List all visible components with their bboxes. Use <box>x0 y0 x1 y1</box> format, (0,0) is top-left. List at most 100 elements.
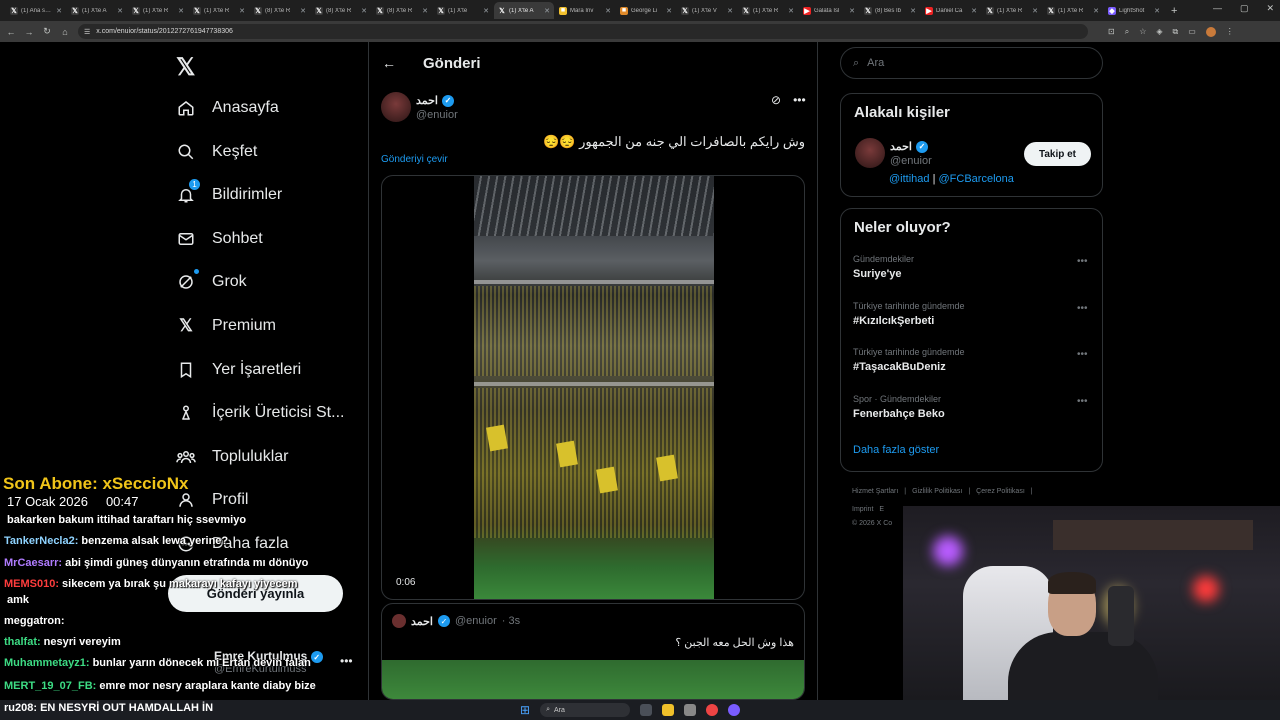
follow-button[interactable]: Takip et <box>1024 142 1091 166</box>
browser-tab[interactable]: 𝕏 (8) X'te R ✕ <box>311 2 371 19</box>
grok-explain-icon[interactable]: ⊘ <box>771 93 781 107</box>
taskbar-search[interactable]: ⌕ Ara <box>540 703 631 717</box>
tab-close-icon[interactable]: ✕ <box>727 7 733 15</box>
browser-tab[interactable]: 𝕏 (1) Ana sayfa ✕ <box>6 2 66 19</box>
tab-close-icon[interactable]: ✕ <box>1093 7 1099 15</box>
related-person-name[interactable]: احمد ✓ <box>890 140 928 153</box>
maximize-icon[interactable]: ▢ <box>1240 3 1249 14</box>
tab-close-icon[interactable]: ✕ <box>239 7 245 15</box>
browser-tab[interactable]: 𝕏 (8) Bes Ib ✕ <box>860 2 920 19</box>
trend-item[interactable]: Fenerbahçe Beko <box>853 408 945 420</box>
trend-more-icon[interactable]: ••• <box>1077 349 1088 360</box>
file-explorer-icon[interactable] <box>662 704 675 716</box>
site-info-icon[interactable]: ☰ <box>84 28 90 36</box>
trend-item[interactable]: Suriye'ye <box>853 268 901 280</box>
browser-tab[interactable]: ■ George Li ✕ <box>616 2 676 19</box>
bio-link-barcelona[interactable]: @FCBarcelona <box>939 173 1014 185</box>
quoted-post[interactable]: احمد ✓ @enuior · 3s هذا وش الحل معه الجب… <box>381 603 805 700</box>
browser-profile-avatar[interactable] <box>1205 26 1216 37</box>
translate-post-link[interactable]: Gönderiyi çevir <box>381 154 448 165</box>
browser-tab[interactable]: 𝕏 (1) X'te V ✕ <box>677 2 737 19</box>
nav-item-mail[interactable]: Sohbet <box>176 229 263 249</box>
tab-close-icon[interactable]: ✕ <box>605 7 611 15</box>
tab-close-icon[interactable]: ✕ <box>422 7 428 15</box>
home-browser-icon[interactable]: ⌂ <box>60 27 70 37</box>
puzzle-icon[interactable]: ⧉ <box>1173 27 1179 37</box>
footer-link-imprint[interactable]: Imprint <box>852 506 873 513</box>
nav-item-bell[interactable]: 1 Bildirimler <box>176 179 282 205</box>
post-video[interactable] <box>381 175 805 600</box>
show-more-link[interactable]: Daha fazla göster <box>853 444 939 456</box>
post-author-handle[interactable]: @enuior <box>416 109 458 121</box>
footer-link-terms[interactable]: Hizmet Şartları <box>852 488 898 495</box>
windows-start-icon[interactable]: ⊞ <box>520 703 530 717</box>
post-author-name[interactable]: احمد ✓ <box>416 94 454 107</box>
nav-item-home[interactable]: Anasayfa <box>176 98 279 118</box>
footer-link-privacy[interactable]: Gizlilik Politikası <box>912 488 962 495</box>
tab-close-icon[interactable]: ✕ <box>666 7 672 15</box>
nav-item-creator[interactable]: İçerik Üreticisi St... <box>176 403 344 423</box>
close-window-icon[interactable]: ✕ <box>1266 3 1274 14</box>
tab-close-icon[interactable]: ✕ <box>910 7 916 15</box>
nav-item-bookmark[interactable]: Yer İşaretleri <box>176 360 301 380</box>
browser-tab[interactable]: 𝕏 (1) X'te R ✕ <box>128 2 188 19</box>
nav-item-grok[interactable]: Grok <box>176 269 247 292</box>
browser-tab[interactable]: 𝕏 (1) X'te R ✕ <box>189 2 249 19</box>
browser-tab[interactable]: 𝕏 (1) X'te A ✕ <box>494 2 554 19</box>
reload-icon[interactable]: ↻ <box>42 26 52 37</box>
tab-close-icon[interactable]: ✕ <box>1154 7 1160 15</box>
minimize-icon[interactable]: — <box>1213 3 1222 14</box>
zoom-icon[interactable]: ⌕ <box>1125 27 1129 37</box>
sidepanel-icon[interactable]: ▭ <box>1188 27 1196 36</box>
tab-close-icon[interactable]: ✕ <box>361 7 367 15</box>
trend-item[interactable]: #KızılcıkŞerbeti <box>853 315 934 327</box>
app-icon[interactable] <box>684 704 697 716</box>
browser-tab[interactable]: 𝕏 (1) X'te ✕ <box>433 2 493 19</box>
browser-tab[interactable]: ■ Mara Inv ✕ <box>555 2 615 19</box>
tab-close-icon[interactable]: ✕ <box>178 7 184 15</box>
search-box[interactable]: ⌕ Ara <box>840 47 1103 79</box>
tab-close-icon[interactable]: ✕ <box>544 7 550 15</box>
new-tab-icon[interactable]: + <box>1165 5 1183 17</box>
install-icon[interactable]: ⊡ <box>1108 27 1115 36</box>
tab-close-icon[interactable]: ✕ <box>483 7 489 15</box>
post-more-icon[interactable]: ••• <box>793 93 806 107</box>
tab-close-icon[interactable]: ✕ <box>1032 7 1038 15</box>
tab-close-icon[interactable]: ✕ <box>849 7 855 15</box>
footer-link-partial[interactable]: E <box>879 506 884 513</box>
related-person-handle[interactable]: @enuior <box>890 155 932 167</box>
browser-tab[interactable]: 𝕏 (1) X'te R ✕ <box>1043 2 1103 19</box>
related-person-avatar[interactable] <box>855 138 885 168</box>
menu-icon[interactable]: ⋮ <box>1226 27 1234 36</box>
video-frame[interactable] <box>474 176 714 599</box>
url-field[interactable]: ☰ x.com/enuior/status/201227276194773830… <box>78 24 1088 39</box>
browser-tab[interactable]: ◆ LightShot ✕ <box>1104 2 1164 19</box>
extension-icon[interactable]: ◈ <box>1156 27 1162 36</box>
tab-close-icon[interactable]: ✕ <box>788 7 794 15</box>
tab-close-icon[interactable]: ✕ <box>971 7 977 15</box>
nav-item-communities[interactable]: Topluluklar <box>176 447 288 467</box>
trend-more-icon[interactable]: ••• <box>1077 303 1088 314</box>
footer-link-cookies[interactable]: Çerez Politikası <box>976 488 1025 495</box>
post-author-avatar[interactable] <box>381 92 411 122</box>
browser-tab[interactable]: ▶ Daniel Ca ✕ <box>921 2 981 19</box>
chrome-icon[interactable] <box>706 704 719 716</box>
forward-icon[interactable]: → <box>24 27 34 37</box>
tab-close-icon[interactable]: ✕ <box>300 7 306 15</box>
back-icon[interactable]: ← <box>6 27 16 37</box>
back-arrow-icon[interactable]: ← <box>382 55 396 71</box>
account-more-icon[interactable]: ••• <box>340 654 353 668</box>
tab-close-icon[interactable]: ✕ <box>56 7 62 15</box>
browser-tab[interactable]: ▶ Galata Isl ✕ <box>799 2 859 19</box>
trend-more-icon[interactable]: ••• <box>1077 396 1088 407</box>
browser-tab[interactable]: 𝕏 (1) X'te R ✕ <box>982 2 1042 19</box>
browser-tab[interactable]: 𝕏 (1) X'te R ✕ <box>738 2 798 19</box>
nav-item-search[interactable]: Keşfet <box>176 142 257 162</box>
task-view-icon[interactable] <box>640 704 653 716</box>
x-logo[interactable]: 𝕏 <box>176 53 195 82</box>
browser-tab[interactable]: 𝕏 (8) X'te R ✕ <box>372 2 432 19</box>
obs-icon[interactable] <box>728 704 741 716</box>
browser-tab[interactable]: 𝕏 (8) X'te R ✕ <box>250 2 310 19</box>
nav-item-x[interactable]: 𝕏 Premium <box>176 316 276 336</box>
star-icon[interactable]: ☆ <box>1139 27 1146 36</box>
